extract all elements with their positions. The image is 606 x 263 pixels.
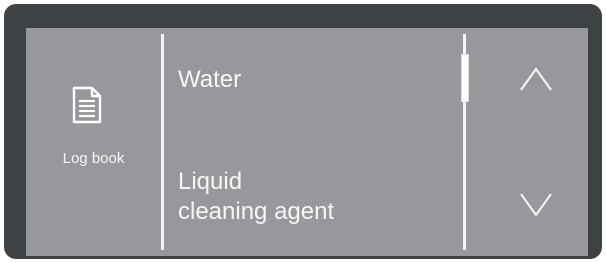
display-bezel: Log book Water Liquid cleaning agent xyxy=(4,4,602,259)
chevron-up-icon[interactable] xyxy=(518,66,554,92)
log-book-button[interactable]: Log book xyxy=(26,28,161,256)
chevron-down-icon[interactable] xyxy=(518,192,554,218)
list-item-liquid-cleaning-agent[interactable]: Liquid cleaning agent xyxy=(178,167,334,227)
divider-left xyxy=(161,34,164,250)
log-book-label: Log book xyxy=(62,150,125,167)
scroll-thumb[interactable] xyxy=(461,54,469,102)
display-screen: Log book Water Liquid cleaning agent xyxy=(26,28,588,256)
list-item-water[interactable]: Water xyxy=(178,65,241,95)
document-icon xyxy=(72,86,102,124)
